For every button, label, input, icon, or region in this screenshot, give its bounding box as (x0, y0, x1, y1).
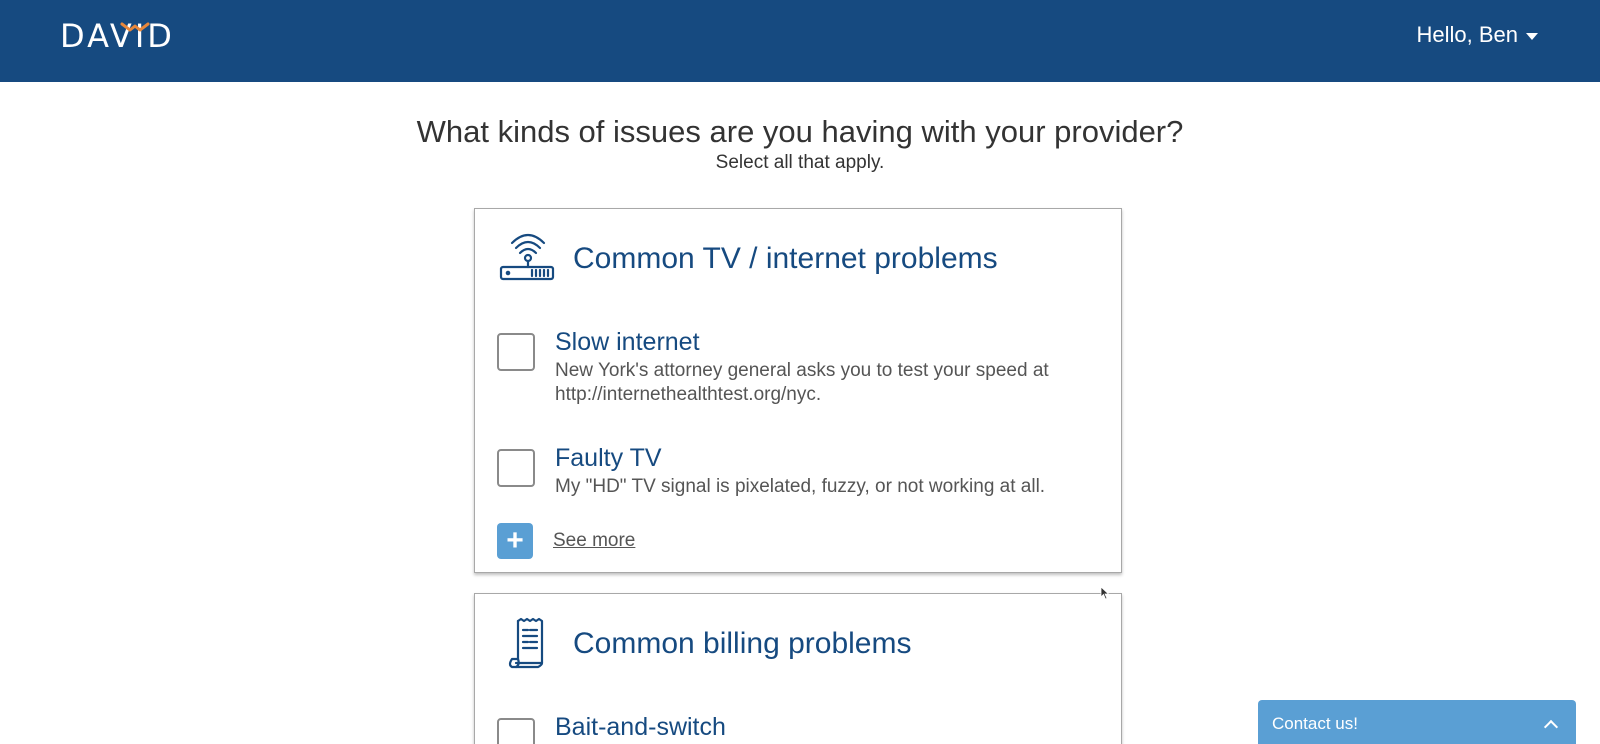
top-navbar: DAVID Hello, Ben (0, 0, 1600, 82)
logo-text: DAVID (60, 17, 175, 55)
issue-description: My "HD" TV signal is pixelated, fuzzy, o… (555, 476, 1046, 497)
david-logo[interactable]: DAVID (60, 17, 175, 55)
bait-and-switch-checkbox[interactable] (497, 718, 535, 744)
see-more-toggle[interactable]: + See more (497, 523, 635, 559)
issue-title: Slow internet (555, 328, 700, 356)
issue-slow-internet[interactable]: Slow internet New York's attorney genera… (497, 327, 1095, 407)
issue-title: Bait-and-switch (555, 713, 726, 741)
contact-us-widget[interactable]: Contact us! (1258, 700, 1576, 744)
billing-problems-card: Common billing problems Bait-and-switch (474, 593, 1122, 744)
contact-us-label: Contact us! (1272, 714, 1358, 733)
issue-description: New York's attorney general asks you to … (555, 360, 1049, 405)
plus-icon[interactable]: + (497, 523, 533, 559)
user-menu-dropdown[interactable]: Hello, Ben (1416, 22, 1538, 48)
user-greeting: Hello, Ben (1416, 22, 1518, 47)
slow-internet-checkbox[interactable] (497, 333, 535, 371)
section-title: Common TV / internet problems (573, 242, 998, 275)
issue-text: Bait-and-switch (555, 712, 1095, 744)
issue-text: Slow internet New York's attorney genera… (555, 327, 1095, 407)
see-more-link[interactable]: See more (553, 530, 635, 552)
page-title: What kinds of issues are you having with… (416, 114, 1184, 149)
mouse-cursor-icon (1100, 586, 1110, 600)
issue-text: Faulty TV My "HD" TV signal is pixelated… (555, 443, 1095, 499)
caret-down-icon (1526, 33, 1538, 40)
router-icon (497, 231, 557, 287)
faulty-tv-checkbox[interactable] (497, 449, 535, 487)
receipt-icon (497, 616, 557, 672)
logo-accent-icon (120, 22, 150, 32)
tv-internet-problems-card: Common TV / internet problems Slow inter… (474, 208, 1122, 573)
section-title: Common billing problems (573, 627, 912, 660)
issue-title: Faulty TV (555, 444, 662, 472)
issue-faulty-tv[interactable]: Faulty TV My "HD" TV signal is pixelated… (497, 443, 1095, 499)
chevron-up-icon[interactable] (1543, 719, 1559, 735)
issue-bait-and-switch[interactable]: Bait-and-switch (497, 712, 1095, 744)
page-subtitle: Select all that apply. (715, 152, 885, 173)
card-header: Common billing problems (497, 616, 911, 672)
card-header: Common TV / internet problems (497, 231, 998, 287)
